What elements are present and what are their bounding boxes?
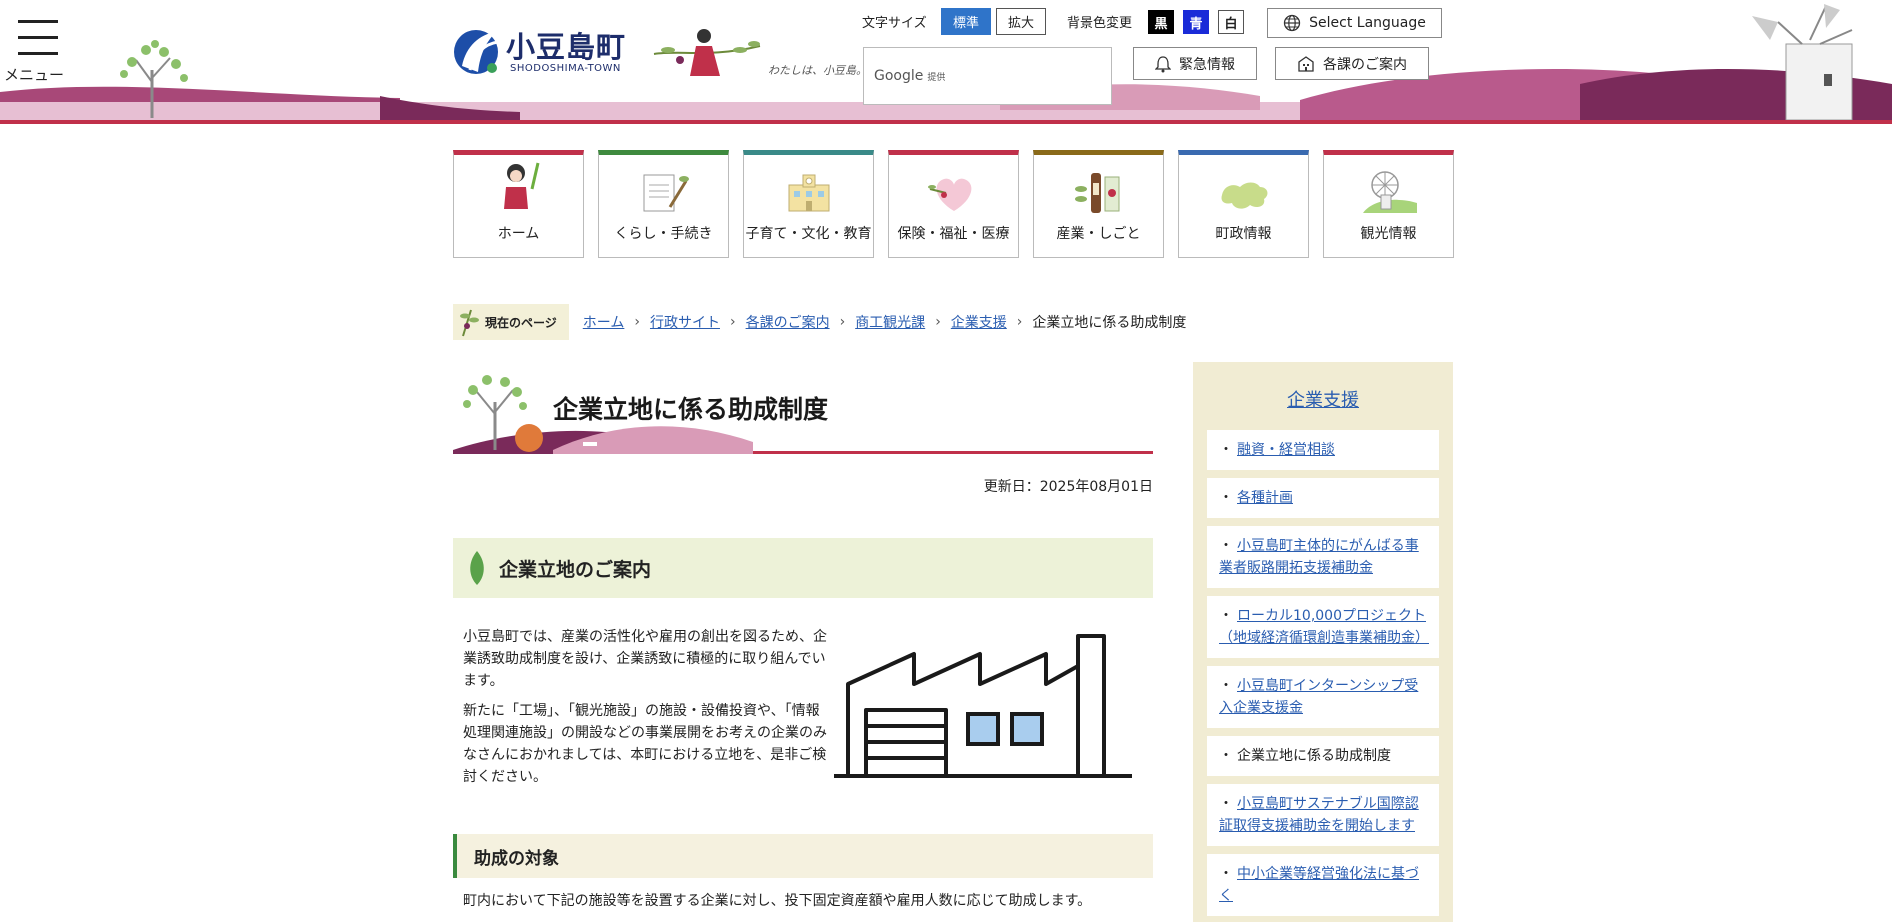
sidebar: 企業支援 ・融資・経営相談 ・各種計画 ・小豆島町主体的にがんばる事業者販路開拓… [1193,362,1453,922]
select-language-button[interactable]: Select Language [1267,8,1442,38]
school-building-icon [788,174,829,212]
intro-paragraph-2: 新たに「工場」、「観光施設」の施設・設備投資や、「情報処理関連施設」の開設などの… [463,703,827,785]
emergency-info-button[interactable]: 緊急情報 [1133,47,1257,80]
sidebar-item: ・ローカル10,000プロジェクト（地域経済循環創造事業補助金） [1207,596,1439,658]
products-bottles-icon [1074,173,1119,213]
section-heading-label: 企業立地のご案内 [499,558,652,581]
nav-government-label: 町政情報 [1215,226,1272,242]
breadcrumb-current: 企業立地に係る助成制度 [1032,315,1187,331]
nav-childcare-label: 子育て・文化・教育 [745,226,872,242]
document-pen-icon [643,174,689,212]
breadcrumb: 現在のページ ホーム › 行政サイト › 各課のご案内 › 商工観光課 › 企業… [453,304,1186,340]
island-map-icon [1220,182,1267,209]
olive-branch-icon [460,309,479,337]
sidebar-item: ・各種計画 [1207,478,1439,518]
breadcrumb-business-support[interactable]: 企業支援 [951,312,1007,332]
menu-button[interactable]: メニュー [0,14,78,84]
updated-date: 更新日：2025年08月01日 [983,479,1153,495]
chevron-right-icon: › [935,314,941,330]
sidebar-link-sme-act[interactable]: 中小企業等経営強化法に基づく [1219,866,1419,904]
leaf-icon [470,551,484,585]
nav-tourism-label: 観光情報 [1360,226,1417,242]
sidebar-item: ・小豆島町サステナブル国際認証取得支援補助金を開始します [1207,784,1439,846]
chevron-right-icon: › [729,314,736,330]
heart-hands-icon [927,178,971,211]
site-header: メニュー 小豆島町 SHODOSHIMA-TOWN わたしは、小豆島。 文字サイ… [0,0,1892,126]
logo-english: SHODOSHIMA-TOWN [510,62,621,74]
select-language-label: Select Language [1309,15,1426,31]
nav-town-government[interactable]: 町政情報 [1178,150,1309,258]
page-title: 企業立地に係る助成制度 [553,395,829,424]
olive-girl-illustration [653,29,761,76]
search-provider-label: Google [874,68,924,84]
nav-welfare-label: 保険・福祉・医療 [897,226,1010,242]
nav-industry-label: 産業・しごと [1056,226,1141,242]
departments-label: 各課のご案内 [1323,56,1407,73]
nav-home[interactable]: ホーム [453,150,584,258]
breadcrumb-home[interactable]: ホーム [583,312,625,332]
sidebar-item-current: ・企業立地に係る助成制度 [1207,736,1439,776]
sidebar-link-sustainable[interactable]: 小豆島町サステナブル国際認証取得支援補助金を開始します [1219,796,1419,834]
font-size-standard-button[interactable]: 標準 [941,8,991,35]
nav-living-procedures[interactable]: くらし・手続き [598,150,729,258]
sidebar-item: ・小豆島町インターンシップ受入企業支援金 [1207,666,1439,728]
bell-icon [1155,55,1171,72]
windmill-tourism-icon [1362,171,1417,213]
globe-icon [1283,14,1301,32]
nav-tourism[interactable]: 観光情報 [1323,150,1454,258]
chevron-right-icon: › [634,314,640,330]
sidebar-link-sales-subsidy[interactable]: 小豆島町主体的にがんばる事業者販路開拓支援補助金 [1219,538,1419,576]
emergency-info-label: 緊急情報 [1179,56,1235,73]
breadcrumb-admin-site[interactable]: 行政サイト [650,312,720,332]
nav-childcare-education[interactable]: 子育て・文化・教育 [743,150,874,258]
nav-home-label: ホーム [497,226,540,242]
global-nav: ホーム くらし・手続き 子育て・文化・教育 保険・福祉・医療 産業・しごと 町政… [453,150,1454,258]
home-girl-icon [503,162,539,209]
sidebar-item: ・小豆島町主体的にがんばる事業者販路開拓支援補助金 [1207,526,1439,588]
factory-icon [834,634,1132,778]
breadcrumb-departments[interactable]: 各課のご案内 [746,312,830,332]
menu-label: メニュー [4,66,65,84]
town-logo-icon [454,30,499,74]
bg-color-label: 背景色変更 [1067,16,1133,31]
chevron-right-icon: › [1016,314,1023,330]
font-size-label: 文字サイズ [862,16,927,31]
sidebar-title-link[interactable]: 企業支援 [1287,390,1359,411]
sidebar-link-financing[interactable]: 融資・経営相談 [1237,442,1335,458]
logo-japanese: 小豆島町 [506,29,627,64]
tagline: わたしは、小豆島。 [768,64,867,77]
subsection-body: 町内において下記の施設等を設置する企業に対し、投下固定資産額や雇用人数に応じて助… [463,893,1092,909]
sidebar-item: ・融資・経営相談 [1207,430,1439,470]
building-icon [1298,55,1314,72]
sidebar-link-plans[interactable]: 各種計画 [1237,490,1293,506]
sidebar-current-label: 企業立地に係る助成制度 [1237,748,1391,764]
nav-insurance-welfare-medical[interactable]: 保険・福祉・医療 [888,150,1019,258]
breadcrumb-commerce-tourism[interactable]: 商工観光課 [855,312,925,332]
breadcrumb-tag-label: 現在のページ [485,315,557,330]
font-size-large-button[interactable]: 拡大 [996,8,1046,35]
search-provider-suffix: 提供 [927,73,946,83]
nav-industry-work[interactable]: 産業・しごと [1033,150,1164,258]
bg-black-button[interactable]: 黒 [1148,10,1174,34]
main-content: 企業立地に係る助成制度 更新日：2025年08月01日 企業立地のご案内 小豆島… [453,362,1153,910]
bg-white-button[interactable]: 白 [1218,10,1244,34]
intro-block: 小豆島町では、産業の活性化や雇用の創出を図るため、企業誘致助成制度を設け、企業誘… [453,626,1153,796]
header-divider [0,120,1892,124]
section-heading: 企業立地のご案内 [453,538,1153,598]
site-logo[interactable]: 小豆島町 SHODOSHIMA-TOWN [452,26,626,78]
sidebar-item: ・中小企業等経営強化法に基づく [1207,854,1439,916]
breadcrumb-tag: 現在のページ [453,304,569,340]
departments-button[interactable]: 各課のご案内 [1275,47,1429,80]
sidebar-link-local-10000[interactable]: ローカル10,000プロジェクト（地域経済循環創造事業補助金） [1219,608,1429,646]
bg-blue-button[interactable]: 青 [1183,10,1209,34]
nav-living-label: くらし・手続き [614,226,713,242]
page-title-block: 企業立地に係る助成制度 [453,362,1153,454]
intro-paragraph-1: 小豆島町では、産業の活性化や雇用の創出を図るため、企業誘致助成制度を設け、企業誘… [463,629,827,689]
site-search-input[interactable]: Google 提供 [863,47,1112,105]
subsection-heading: 助成の対象 [453,834,1153,878]
chevron-right-icon: › [839,314,846,330]
sidebar-link-internship[interactable]: 小豆島町インターンシップ受入企業支援金 [1219,678,1418,716]
